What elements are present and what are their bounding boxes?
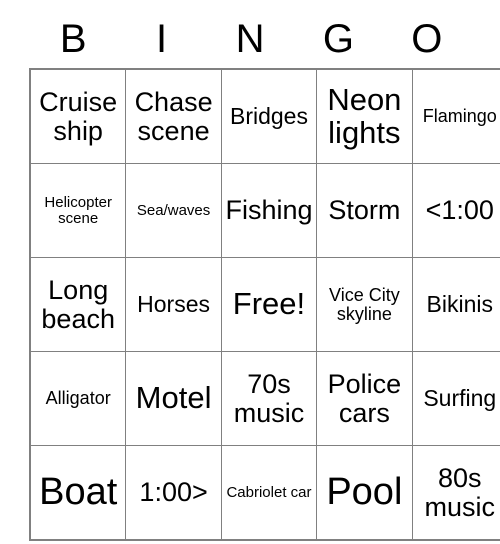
bingo-cell[interactable]: Police cars	[316, 351, 413, 446]
bingo-cell[interactable]: Cruise ship	[29, 68, 127, 164]
bingo-cell[interactable]: <1:00	[411, 163, 500, 258]
bingo-row: Long beach Horses Free! Vice City skylin…	[29, 257, 500, 352]
bingo-cell[interactable]: Chase scene	[125, 68, 222, 164]
bingo-cell[interactable]: Bridges	[220, 68, 318, 164]
bingo-cell[interactable]: Sea/waves	[125, 163, 222, 258]
bingo-cell[interactable]: 70s music	[220, 351, 318, 446]
bingo-cell[interactable]: Alligator	[29, 351, 127, 446]
bingo-header-letter-g: G	[322, 17, 354, 61]
bingo-cell[interactable]: Horses	[125, 257, 222, 352]
bingo-cell[interactable]: 1:00>	[125, 445, 222, 541]
bingo-cell[interactable]: Long beach	[29, 257, 127, 352]
bingo-cell-free-space[interactable]: Free!	[220, 257, 318, 352]
bingo-header-letter-n: N	[235, 17, 265, 61]
bingo-cell[interactable]: Surfing	[411, 351, 500, 446]
bingo-header-letter-i: I	[156, 17, 168, 61]
bingo-cell[interactable]: Boat	[29, 445, 127, 541]
bingo-header-letter-o: O	[411, 17, 443, 61]
bingo-cell[interactable]: Bikinis	[411, 257, 500, 352]
bingo-header-letter-b: B	[59, 17, 87, 61]
bingo-cell[interactable]: Storm	[316, 163, 413, 258]
bingo-cell[interactable]: Helicopter scene	[29, 163, 127, 258]
bingo-cell[interactable]: 80s music	[411, 445, 500, 541]
bingo-cell[interactable]: Neon lights	[316, 68, 413, 164]
bingo-cell[interactable]: Vice City skyline	[316, 257, 413, 352]
bingo-header-row: B I N G O	[29, 10, 471, 68]
bingo-cell[interactable]: Motel	[125, 351, 222, 446]
bingo-row: Alligator Motel 70s music Police cars Su…	[29, 351, 500, 446]
bingo-row: Cruise ship Chase scene Bridges Neon lig…	[29, 68, 500, 164]
bingo-cell[interactable]: Flamingo	[411, 68, 500, 164]
bingo-cell[interactable]: Fishing	[220, 163, 318, 258]
bingo-grid: Cruise ship Chase scene Bridges Neon lig…	[29, 68, 500, 541]
bingo-cell[interactable]: Cabriolet car	[220, 445, 318, 541]
bingo-row: Helicopter scene Sea/waves Fishing Storm…	[29, 163, 500, 258]
bingo-card: B I N G O Cruise ship Chase scene Bridge…	[29, 10, 500, 541]
bingo-cell[interactable]: Pool	[316, 445, 413, 541]
bingo-row: Boat 1:00> Cabriolet car Pool 80s music	[29, 445, 500, 541]
